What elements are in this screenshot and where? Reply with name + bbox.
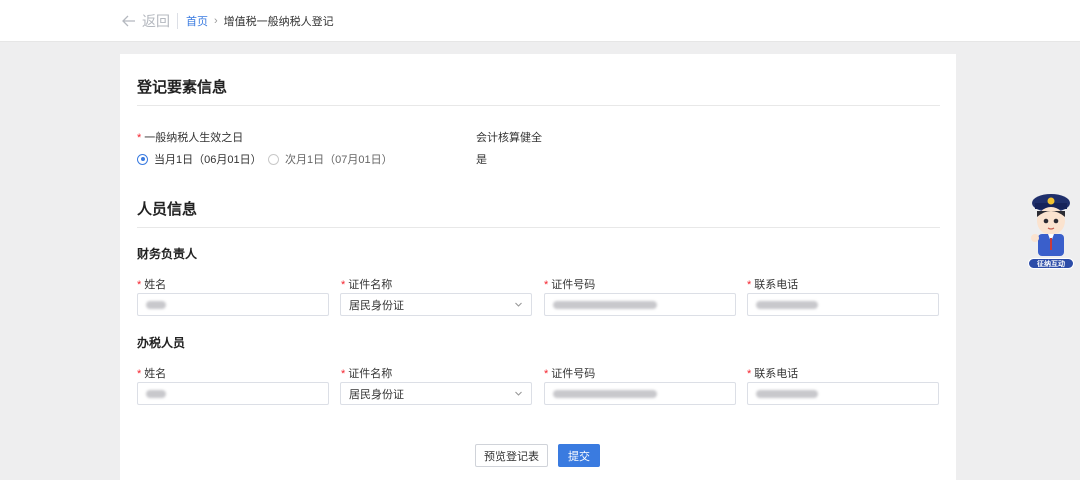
section-title-personnel: 人员信息: [137, 201, 198, 218]
radio-next-month[interactable]: 次月1日（07月01日）: [268, 151, 393, 167]
finance-id-number-label: * 证件号码: [544, 279, 596, 291]
redacted-value: [553, 389, 657, 398]
accounting-value: 是: [476, 154, 487, 166]
group-title-tax-handler: 办税人员: [137, 336, 186, 350]
breadcrumb: 首页 › 增值税一般纳税人登记: [186, 13, 334, 29]
breadcrumb-home-link[interactable]: 首页: [186, 13, 208, 29]
divider: [137, 105, 940, 106]
finance-name-label: * 姓名: [137, 279, 167, 291]
breadcrumb-current: 增值税一般纳税人登记: [223, 16, 334, 28]
assistant-widget[interactable]: 征纳互动: [1026, 190, 1076, 270]
redacted-value: [146, 389, 166, 398]
handler-phone-label: * 联系电话: [747, 368, 799, 380]
redacted-value: [756, 389, 818, 398]
handler-id-number-input[interactable]: [544, 382, 736, 405]
redacted-value: [756, 300, 818, 309]
radio-unchecked-icon: [268, 153, 279, 165]
finance-id-number-input[interactable]: [544, 293, 736, 316]
finance-id-type-label: * 证件名称: [341, 279, 393, 291]
handler-id-type-label: * 证件名称: [341, 368, 393, 380]
radio-current-month[interactable]: 当月1日（06月01日）: [137, 151, 262, 167]
form-card: 登记要素信息 * 一般纳税人生效之日 当月1日（06月01日） 次月1日（07月0…: [120, 54, 956, 480]
redacted-value: [146, 300, 166, 309]
chevron-down-icon: [514, 389, 523, 401]
handler-id-type-select[interactable]: 居民身份证: [340, 382, 532, 405]
handler-phone-input[interactable]: [747, 382, 939, 405]
top-bar: 返回 首页 › 增值税一般纳税人登记: [0, 0, 1080, 42]
section-title-registration: 登记要素信息: [137, 79, 228, 96]
handler-id-number-label: * 证件号码: [544, 368, 596, 380]
finance-id-type-select[interactable]: 居民身份证: [340, 293, 532, 316]
assistant-label: 征纳互动: [1028, 258, 1074, 269]
accounting-label: 会计核算健全: [476, 132, 542, 144]
group-title-finance-head: 财务负责人: [137, 247, 198, 261]
arrow-left-icon: [122, 15, 136, 27]
divider: [137, 227, 940, 228]
tax-officer-avatar-icon: [1031, 194, 1070, 256]
effective-date-label: * 一般纳税人生效之日: [137, 132, 244, 144]
chevron-down-icon: [514, 300, 523, 312]
back-label: 返回: [142, 13, 170, 29]
handler-name-input[interactable]: [137, 382, 329, 405]
finance-name-input[interactable]: [137, 293, 329, 316]
finance-phone-label: * 联系电话: [747, 279, 799, 291]
preview-form-button[interactable]: 预览登记表: [475, 444, 548, 467]
breadcrumb-separator: ›: [214, 15, 218, 27]
back-button[interactable]: 返回: [122, 12, 170, 30]
divider: [177, 13, 178, 29]
radio-checked-icon: [137, 153, 148, 165]
handler-name-label: * 姓名: [137, 368, 167, 380]
submit-button[interactable]: 提交: [558, 444, 600, 467]
finance-phone-input[interactable]: [747, 293, 939, 316]
redacted-value: [553, 300, 657, 309]
